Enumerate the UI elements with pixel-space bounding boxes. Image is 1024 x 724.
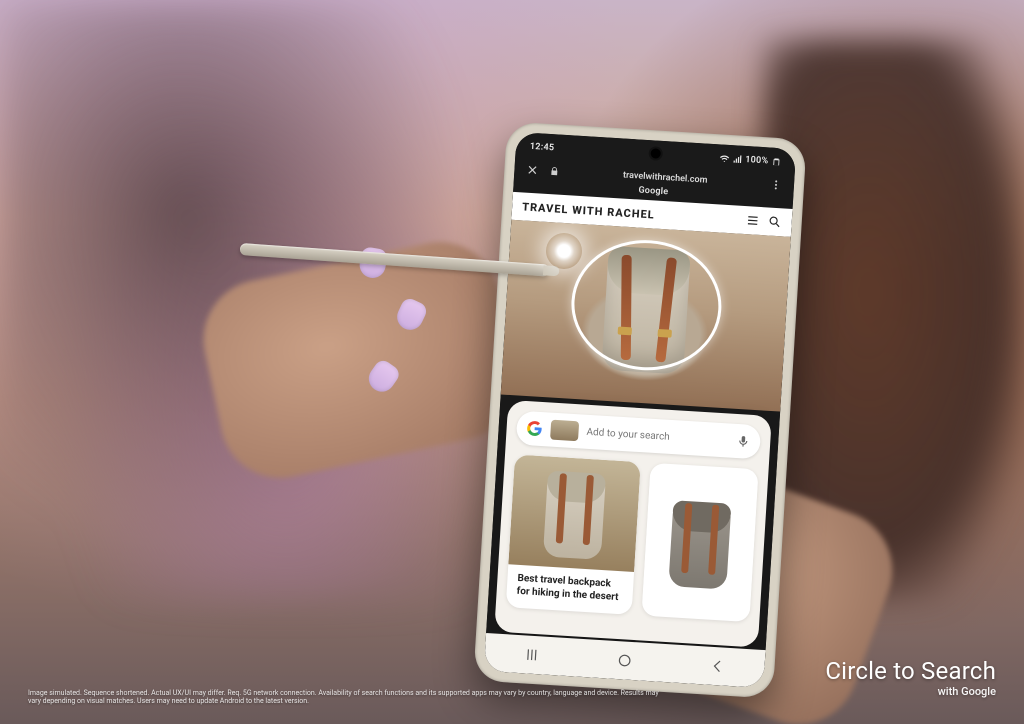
mic-icon[interactable]	[736, 434, 751, 449]
search-icon[interactable]	[767, 214, 782, 229]
overflow-menu-icon[interactable]	[770, 179, 783, 192]
google-logo-icon	[526, 420, 543, 437]
ad-scene: 12:45 100% travelwithrachel.com	[0, 0, 1024, 724]
status-time: 12:45	[530, 142, 555, 153]
legal-disclaimer: Image simulated. Sequence shortened. Act…	[28, 689, 664, 707]
signal-icon	[732, 154, 743, 165]
search-results-grid: Best travel backpack for hiking in the d…	[506, 454, 759, 622]
backpack-thumb	[537, 466, 612, 560]
wifi-icon	[719, 153, 730, 164]
status-battery: 100%	[745, 155, 769, 166]
feature-branding: Circle to Search with Google	[825, 657, 996, 698]
article-hero-image[interactable]	[501, 220, 791, 412]
close-icon[interactable]	[526, 164, 539, 177]
branding-title: Circle to Search	[825, 657, 996, 685]
search-input-pill[interactable]: Add to your search	[516, 411, 762, 460]
result-caption: Best travel backpack for hiking in the d…	[506, 564, 635, 615]
search-placeholder[interactable]: Add to your search	[586, 426, 728, 446]
result-card[interactable]	[642, 463, 759, 622]
search-results-sheet[interactable]: Add to your search Best travel backpack …	[494, 400, 772, 648]
backpack-thumb	[663, 495, 738, 589]
nav-back-button[interactable]	[706, 655, 729, 678]
branding-subtitle: with Google	[825, 685, 996, 698]
lock-icon	[548, 165, 561, 178]
nav-home-button[interactable]	[613, 649, 636, 672]
nav-recents-button[interactable]	[520, 643, 543, 666]
phone-device: 12:45 100% travelwithrachel.com	[473, 121, 807, 698]
hamburger-menu-icon[interactable]	[745, 213, 760, 228]
battery-icon	[771, 157, 782, 168]
result-card[interactable]: Best travel backpack for hiking in the d…	[506, 454, 641, 614]
result-image	[642, 464, 759, 620]
query-image-chip[interactable]	[550, 420, 579, 442]
result-image	[508, 454, 641, 572]
stylus-tip-glow	[546, 233, 582, 269]
status-right-cluster: 100%	[719, 153, 782, 167]
phone-screen[interactable]: 12:45 100% travelwithrachel.com	[484, 132, 796, 688]
